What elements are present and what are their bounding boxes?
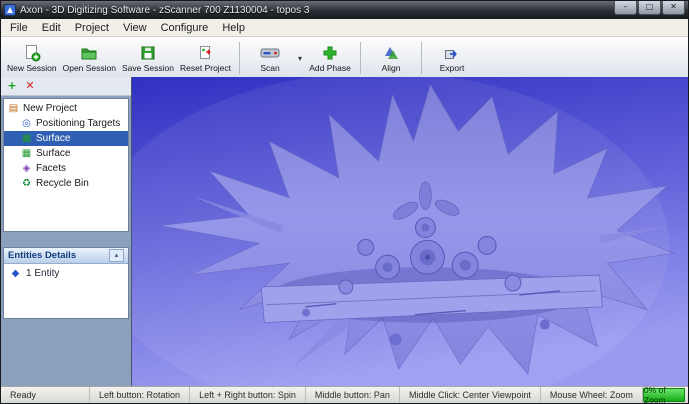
export-button[interactable]: Export (427, 38, 477, 78)
entity-row[interactable]: 1 Entity (26, 268, 59, 279)
scan-render (132, 77, 688, 387)
open-session-label: Open Session (63, 63, 116, 73)
add-entity-icon[interactable]: + (6, 80, 18, 92)
status-hint-pan: Middle button: Pan (306, 387, 400, 403)
tree-label: Recycle Bin (36, 178, 89, 189)
menu-edit[interactable]: Edit (35, 21, 68, 35)
tree-item-recycle-bin[interactable]: ♻ Recycle Bin (4, 176, 128, 191)
menu-help[interactable]: Help (215, 21, 252, 35)
surface-icon: ▦ (21, 133, 32, 144)
menu-project[interactable]: Project (68, 21, 116, 35)
tree-label: Positioning Targets (36, 118, 120, 129)
tree-item-surface-selected[interactable]: ▦ Surface (4, 131, 128, 146)
tree-label: Facets (36, 163, 66, 174)
add-phase-label: Add Phase (309, 63, 351, 73)
project-panel: + ✕ ▤ New Project ◎ Positioning Targets … (1, 77, 131, 387)
entities-details-header: Entities Details ▴ (4, 248, 128, 264)
reset-project-icon (197, 44, 215, 62)
tree-item-surface[interactable]: ▦ Surface (4, 146, 128, 161)
entities-details-title: Entities Details (8, 250, 76, 261)
tree-label: Surface (36, 133, 70, 144)
title-bar: Axon - 3D Digitizing Software - zScanner… (1, 1, 688, 19)
entities-details-panel: Entities Details ▴ ◆ 1 Entity (3, 247, 129, 319)
viewport-3d[interactable] (131, 77, 688, 387)
delete-entity-icon[interactable]: ✕ (24, 80, 36, 92)
status-hint-zoom: Mouse Wheel: Zoom (541, 387, 643, 403)
tree-item-facets[interactable]: ◈ Facets (4, 161, 128, 176)
status-hint-center: Middle Click: Center Viewpoint (400, 387, 541, 403)
status-bar: Ready Left button: Rotation Left + Right… (1, 386, 688, 403)
collapse-panel-icon[interactable]: ▴ (109, 249, 124, 262)
panel-toolbar: + ✕ (1, 77, 131, 96)
window-controls: – □ ✕ (614, 1, 685, 15)
status-ready: Ready (1, 387, 90, 403)
app-window: Axon - 3D Digitizing Software - zScanner… (0, 0, 689, 404)
toolbar: New Session Open Session Save Session (1, 37, 688, 80)
menu-bar: File Edit Project View Configure Help (1, 19, 688, 37)
project-tree: ▤ New Project ◎ Positioning Targets ▦ Su… (3, 98, 129, 232)
entity-icon: ◆ (10, 268, 21, 279)
align-icon (382, 44, 400, 62)
toolbar-separator (421, 42, 422, 74)
scan-icon (259, 44, 281, 62)
toolbar-separator (239, 42, 240, 74)
window-title: Axon - 3D Digitizing Software - zScanner… (20, 5, 309, 16)
app-icon (4, 4, 16, 16)
main-area: + ✕ ▤ New Project ◎ Positioning Targets … (1, 77, 688, 387)
new-session-label: New Session (7, 63, 57, 73)
zoom-progress-badge: 0% of Zoom (643, 388, 685, 402)
toolbar-separator (360, 42, 361, 74)
new-session-button[interactable]: New Session (4, 38, 60, 78)
reset-project-button[interactable]: Reset Project (177, 38, 234, 78)
new-session-icon (23, 44, 41, 62)
close-icon[interactable]: ✕ (662, 1, 685, 15)
surface-icon: ▦ (21, 148, 32, 159)
entities-list: ◆ 1 Entity (4, 264, 128, 318)
open-session-icon (80, 44, 98, 62)
save-session-icon (139, 44, 157, 62)
menu-file[interactable]: File (3, 21, 35, 35)
status-hint-rotation: Left button: Rotation (90, 387, 190, 403)
save-session-label: Save Session (122, 63, 174, 73)
maximize-icon[interactable]: □ (638, 1, 661, 15)
save-session-button[interactable]: Save Session (119, 38, 177, 78)
open-session-button[interactable]: Open Session (60, 38, 119, 78)
add-phase-icon (321, 44, 339, 62)
menu-view[interactable]: View (116, 21, 154, 35)
facets-icon: ◈ (21, 163, 32, 174)
scan-dropdown-icon[interactable]: ▾ (295, 54, 305, 63)
targets-icon: ◎ (21, 118, 32, 129)
status-hint-spin: Left + Right button: Spin (190, 387, 306, 403)
recycle-bin-icon: ♻ (21, 178, 32, 189)
menu-configure[interactable]: Configure (154, 21, 216, 35)
scan-label: Scan (260, 63, 279, 73)
tree-item-new-project[interactable]: ▤ New Project (4, 101, 128, 116)
add-phase-button[interactable]: Add Phase (305, 38, 355, 78)
align-button[interactable]: Align (366, 38, 416, 78)
export-icon (443, 44, 461, 62)
project-icon: ▤ (8, 103, 19, 114)
minimize-icon[interactable]: – (614, 1, 637, 15)
tree-label: New Project (23, 103, 77, 114)
tree-item-positioning-targets[interactable]: ◎ Positioning Targets (4, 116, 128, 131)
export-label: Export (440, 63, 465, 73)
align-label: Align (382, 63, 401, 73)
tree-label: Surface (36, 148, 70, 159)
reset-project-label: Reset Project (180, 63, 231, 73)
scan-button[interactable]: Scan (245, 43, 295, 74)
